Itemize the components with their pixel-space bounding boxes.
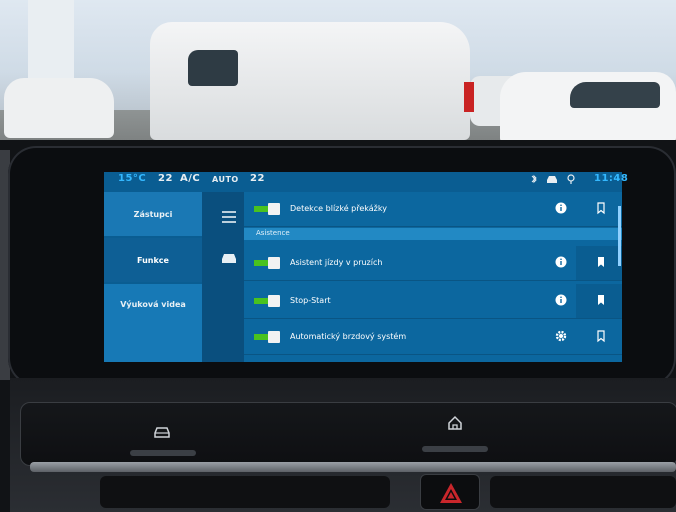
scrollbar[interactable] xyxy=(618,206,621,266)
status-bar: 15°C 22 A/C AUTO 22 11:48 xyxy=(104,170,628,190)
setting-label: Detekce blízké překážky xyxy=(290,204,387,213)
bookmark-button[interactable] xyxy=(594,329,608,343)
touch-key-strip xyxy=(20,402,676,466)
section-title: Asistence xyxy=(256,229,290,237)
van-tail-light xyxy=(464,82,474,112)
toggle-knob xyxy=(268,331,280,343)
clock: 11:48 xyxy=(594,173,629,184)
bookmark-outline-icon xyxy=(597,330,605,343)
sidebar-item-functions[interactable]: Funkce xyxy=(104,238,202,282)
parked-car xyxy=(500,72,676,144)
info-icon xyxy=(555,202,567,214)
button-bar xyxy=(130,450,196,456)
setting-label: Asistent jízdy v pruzích xyxy=(290,258,383,267)
hazard-button[interactable] xyxy=(420,474,480,510)
home-button[interactable] xyxy=(422,412,488,452)
settings-button[interactable] xyxy=(554,329,568,343)
sidebar-item-tutorial-videos[interactable]: Výuková videa xyxy=(104,284,202,362)
info-icon xyxy=(555,256,567,268)
car-window xyxy=(570,82,660,108)
pillar xyxy=(28,0,74,80)
bluetooth-icon xyxy=(531,174,537,184)
vehicle-tab-button[interactable] xyxy=(208,244,238,268)
van-window xyxy=(188,50,238,86)
setting-label: Stop-Start xyxy=(290,296,331,305)
chrome-trim xyxy=(30,462,676,472)
bookmark-filled-icon xyxy=(598,295,604,305)
parked-car xyxy=(4,78,114,138)
setting-row-obstacle-detection: Detekce blízké překážky xyxy=(244,192,622,227)
car-icon xyxy=(222,254,236,263)
toggle-switch[interactable] xyxy=(254,257,282,269)
setting-row-auto-braking: Automatický brzdový systém xyxy=(244,320,622,355)
toggle-switch[interactable] xyxy=(254,203,282,215)
gps-icon xyxy=(567,174,575,184)
info-icon xyxy=(555,294,567,306)
air-vent xyxy=(100,476,390,508)
sidebar: Zástupci Funkce Výuková videa xyxy=(104,192,202,362)
sidebar-item-shortcuts[interactable]: Zástupci xyxy=(104,192,202,236)
section-header: Asistence xyxy=(244,228,622,240)
parked-van xyxy=(150,22,474,140)
bookmark-button[interactable] xyxy=(594,293,608,307)
info-button[interactable] xyxy=(554,201,568,215)
setting-row-stop-start: Stop-Start xyxy=(244,284,622,319)
menu-icon xyxy=(222,211,236,223)
bookmark-button[interactable] xyxy=(594,201,608,215)
gear-icon xyxy=(555,330,567,342)
info-button[interactable] xyxy=(554,293,568,307)
menu-button[interactable] xyxy=(208,204,238,228)
icon-rail xyxy=(202,192,244,362)
toggle-knob xyxy=(268,295,280,307)
outside-temperature: 15°C xyxy=(118,173,147,184)
car-status-icon xyxy=(547,176,557,183)
toggle-switch[interactable] xyxy=(254,331,282,343)
settings-list: Detekce blízké překážky Asistence Asiste… xyxy=(244,192,622,362)
bookmark-button[interactable] xyxy=(594,255,608,269)
climate-right-setting[interactable]: 22 xyxy=(250,173,265,184)
button-bar xyxy=(422,446,488,452)
air-vent xyxy=(490,476,676,508)
info-button[interactable] xyxy=(554,255,568,269)
bookmark-outline-icon xyxy=(597,202,605,215)
car-icon xyxy=(154,427,170,438)
home-icon xyxy=(448,415,462,430)
setting-label: Automatický brzdový systém xyxy=(290,332,407,341)
sidebar-item-label: Výuková videa xyxy=(120,300,186,309)
toggle-switch[interactable] xyxy=(254,295,282,307)
climate-left-setting[interactable]: 22 xyxy=(158,173,173,184)
hazard-icon xyxy=(440,483,462,503)
auto-indicator[interactable]: AUTO xyxy=(212,175,239,184)
bookmark-filled-icon xyxy=(598,257,604,267)
setting-row-lane-assist: Asistent jízdy v pruzích xyxy=(244,246,622,281)
ac-indicator[interactable]: A/C xyxy=(180,173,200,184)
toggle-knob xyxy=(268,257,280,269)
toggle-knob xyxy=(268,203,280,215)
vehicle-shortcut-button[interactable] xyxy=(130,424,196,456)
